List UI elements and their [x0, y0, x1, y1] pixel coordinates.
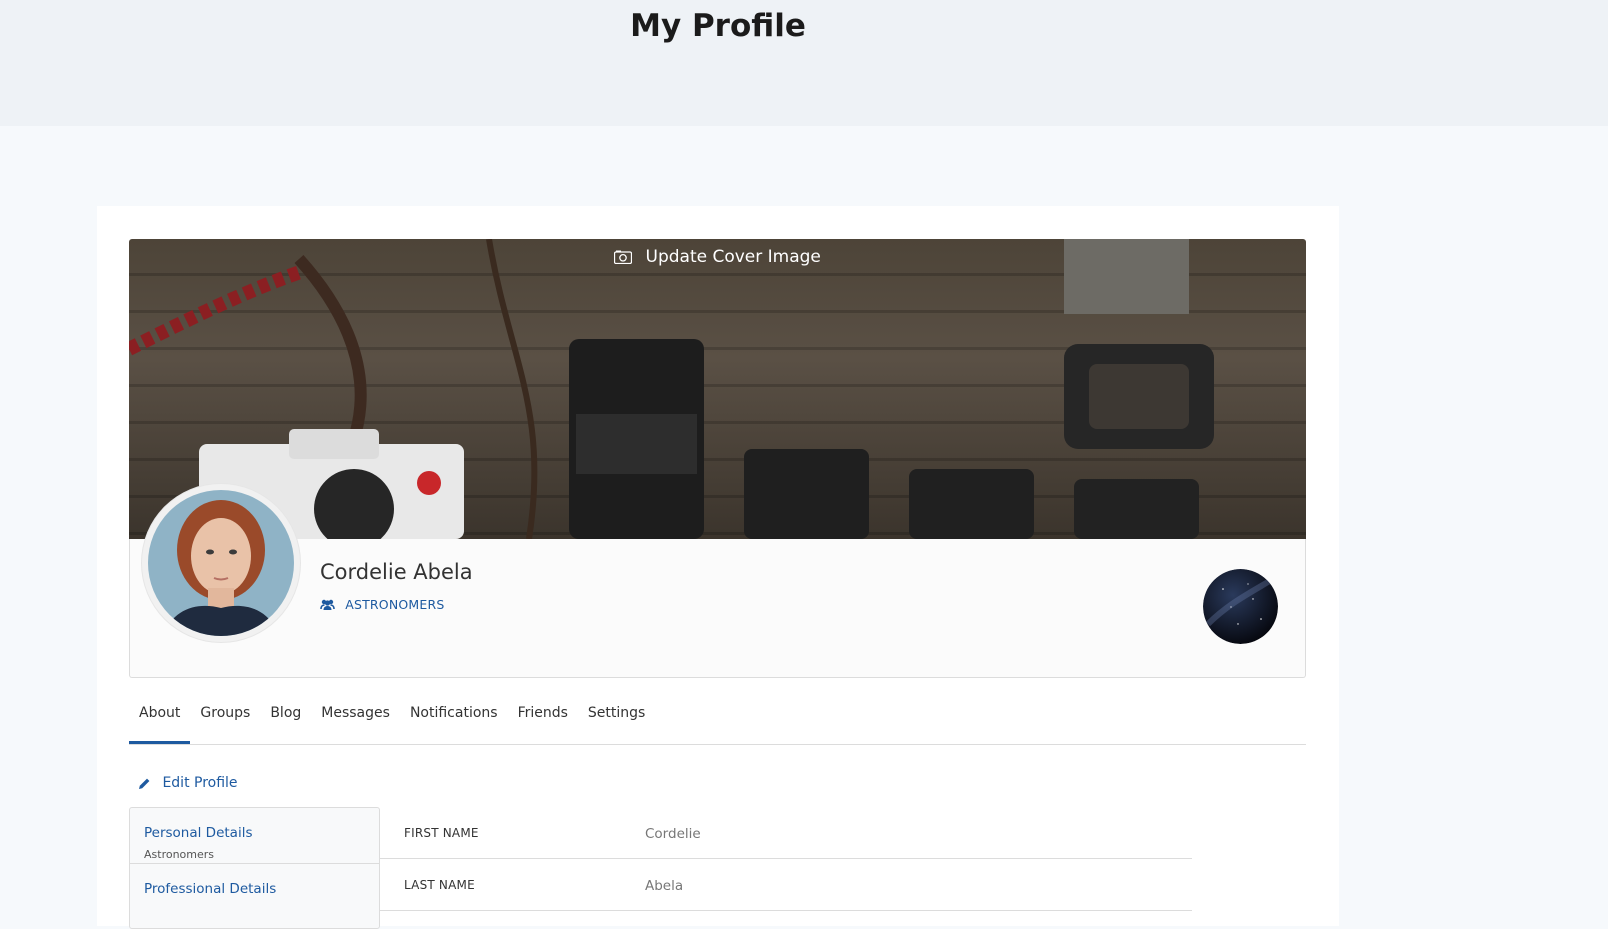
- cover-image: Update Cover Image: [129, 239, 1306, 539]
- page-title: My Profile: [630, 8, 806, 44]
- update-cover-button[interactable]: Update Cover Image: [129, 247, 1306, 267]
- pencil-icon: [139, 778, 150, 789]
- users-icon: [320, 599, 335, 610]
- tab-notifications[interactable]: Notifications: [400, 684, 508, 744]
- details-table: FIRST NAME Cordelie LAST NAME Abela: [379, 807, 1192, 911]
- tab-groups[interactable]: Groups: [190, 684, 260, 744]
- field-value: Cordelie: [645, 826, 701, 842]
- group-link[interactable]: ASTRONOMERS: [320, 596, 445, 612]
- profile-tabs: About Groups Blog Messages Notifications…: [129, 684, 1306, 745]
- update-cover-label: Update Cover Image: [645, 247, 821, 267]
- sidebar-item-title: Personal Details: [144, 825, 253, 841]
- sidebar-item-subtitle: Astronomers: [144, 848, 215, 861]
- field-label: LAST NAME: [404, 878, 475, 892]
- field-label: FIRST NAME: [404, 826, 479, 840]
- group-avatar[interactable]: [1203, 569, 1278, 644]
- tab-about[interactable]: About: [129, 684, 191, 744]
- edit-profile-label: Edit Profile: [162, 775, 238, 791]
- tab-settings[interactable]: Settings: [578, 684, 655, 744]
- table-row: LAST NAME Abela: [379, 859, 1192, 911]
- field-value: Abela: [645, 878, 684, 894]
- edit-profile-button[interactable]: Edit Profile: [138, 775, 238, 791]
- sidebar-item-professional-details[interactable]: Professional Details: [130, 864, 379, 920]
- avatar[interactable]: [142, 484, 300, 642]
- tab-friends[interactable]: Friends: [508, 684, 578, 744]
- profile-summary: [129, 539, 1306, 678]
- group-label: ASTRONOMERS: [345, 597, 445, 612]
- camera-icon: [614, 250, 633, 264]
- sidebar-item-title: Professional Details: [144, 881, 277, 897]
- profile-name: Cordelie Abela: [320, 560, 473, 584]
- avatar-photo: [148, 490, 294, 636]
- tab-blog[interactable]: Blog: [260, 684, 311, 744]
- tab-messages[interactable]: Messages: [311, 684, 400, 744]
- table-row: FIRST NAME Cordelie: [379, 807, 1192, 859]
- sidebar-item-personal-details[interactable]: Personal Details Astronomers: [130, 808, 379, 864]
- cover-photo-art: [129, 239, 1214, 539]
